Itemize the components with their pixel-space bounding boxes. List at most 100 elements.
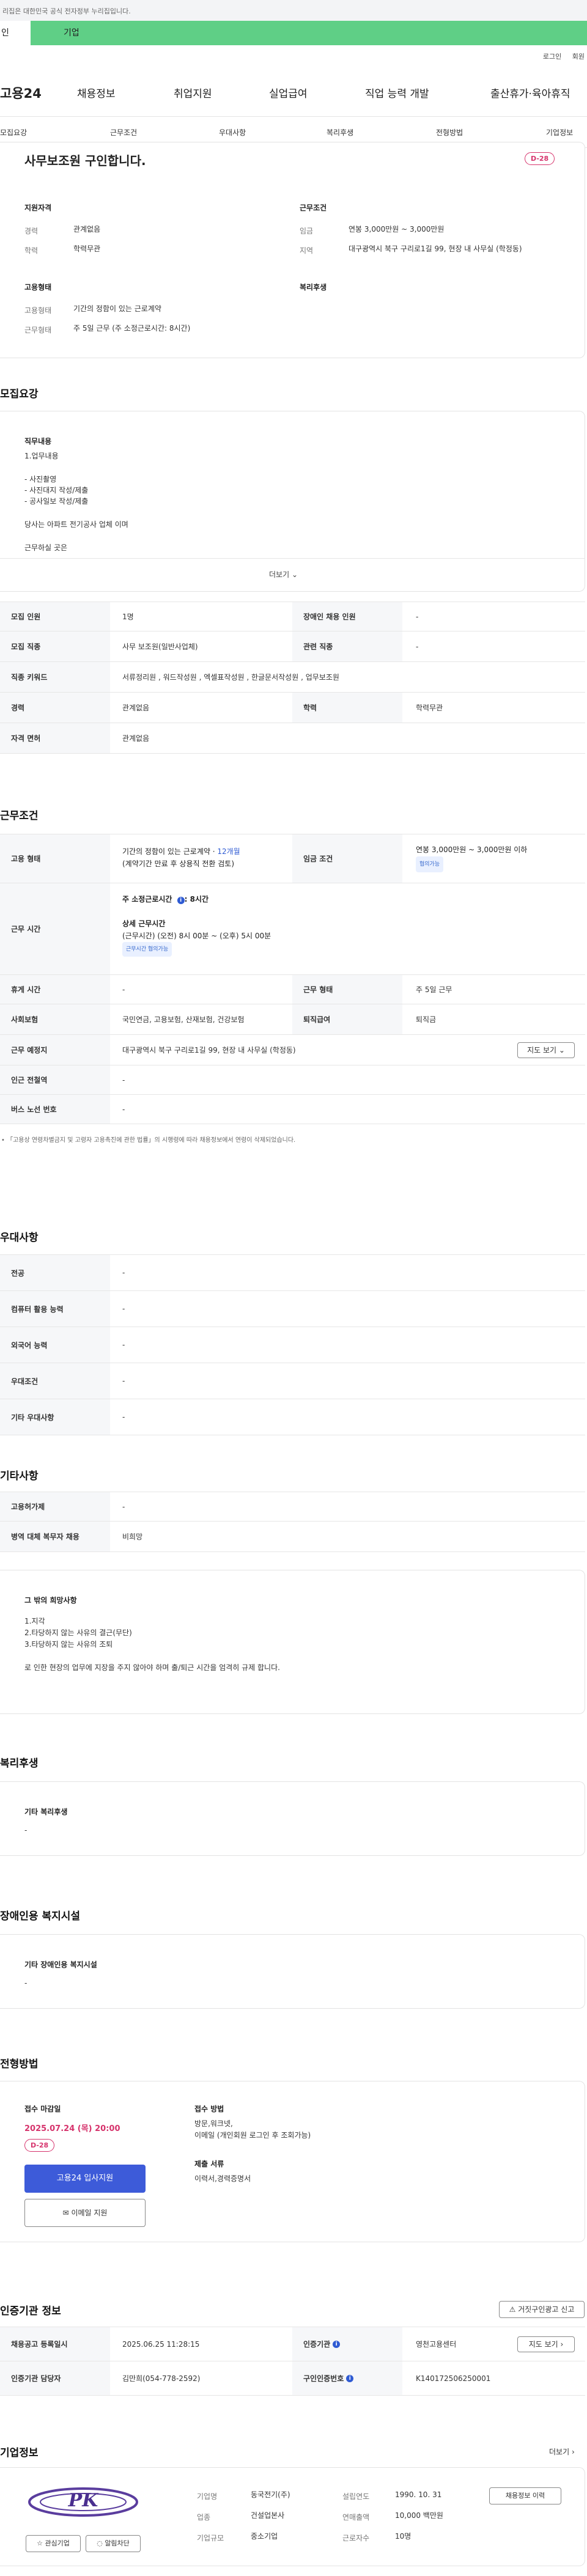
disabled-item-title: 기타 장애인용 복지시설: [24, 1960, 97, 1969]
row-label: 외국어 능력: [0, 1327, 110, 1363]
row-label: 인증기관 i: [292, 2327, 402, 2361]
company-section-title: 기업정보: [0, 2447, 39, 2459]
row-value: 학력무관: [416, 704, 443, 712]
row-label: 근무 예정지: [0, 1035, 110, 1065]
subnav-pref[interactable]: 우대사항: [219, 127, 246, 138]
row-label: 임금 조건: [292, 834, 402, 883]
row-value: 1명: [122, 613, 134, 621]
info-icon[interactable]: i: [346, 2374, 354, 2382]
map-button[interactable]: 지도 보기 ⌄: [517, 1042, 575, 1058]
subnav-company[interactable]: 기업정보: [546, 127, 573, 138]
row-value: 관계없음: [122, 704, 150, 712]
block-alert-button[interactable]: ◌ 알림차단: [86, 2535, 141, 2552]
job-history-button[interactable]: 채용정보 이력: [489, 2487, 561, 2504]
emptype-value: 기간의 정함이 있는 근로계약: [73, 304, 161, 313]
row-value: 사무 보조원(일반사업체): [122, 642, 198, 651]
sales-value: 10,000 백만원: [395, 2511, 443, 2520]
report-button[interactable]: ⚠ 거짓구인광고 신고: [499, 2301, 585, 2318]
summary-card: 사무보조원 구인합니다. D-28 지원자격 경력 관계없음 학력 학력무관 고…: [0, 142, 585, 358]
company-name-value: 동국전기(주): [251, 2490, 290, 2499]
row-label: 컴퓨터 활용 능력: [0, 1291, 110, 1327]
emptype-label: 고용형태: [24, 306, 52, 315]
info-icon[interactable]: i: [177, 897, 185, 904]
gnb-item-unemployment[interactable]: 실업급여: [269, 85, 308, 100]
row-value: 2025.06.25 11:28:15: [122, 2339, 200, 2349]
row-label: 전공: [0, 1255, 110, 1290]
row-value: 퇴직금: [416, 1015, 437, 1024]
user-type-tabs: 인 기업: [0, 21, 587, 45]
deadline-value: 2025.07.24 (목) 20:00: [24, 2124, 120, 2133]
info-icon[interactable]: i: [333, 2340, 341, 2348]
site-logo[interactable]: 고용24: [0, 84, 42, 102]
welfare-card: 기타 복리후생 -: [0, 1781, 585, 1856]
time-negotiable-chip: 근무시간 협의가능: [122, 942, 172, 957]
login-link[interactable]: 로그인: [543, 53, 561, 61]
table-row: 기타 우대사항 -: [0, 1399, 585, 1435]
subnav-apply[interactable]: 전형방법: [436, 127, 463, 138]
duty-line: - 사진촬영: [24, 475, 57, 484]
email-apply-button[interactable]: ✉ 이메일 지원: [24, 2199, 146, 2227]
table-row: 전공 -: [0, 1255, 585, 1291]
table-row: 고용 형태 기간의 정함이 있는 근로계약 · 12개월 (계약기간 만료 후 …: [0, 834, 585, 883]
tab-company[interactable]: 기업: [64, 21, 79, 45]
row-value: -: [416, 642, 419, 651]
cert-map-button[interactable]: 지도 보기 ›: [517, 2336, 575, 2352]
row-value: -: [122, 1341, 125, 1349]
doc-title: 제출 서류: [194, 2160, 224, 2168]
welfare-item-title: 기타 복리후생: [24, 1808, 68, 1816]
wage-value: 연봉 3,000만원 ~ 3,000만원: [349, 225, 445, 234]
hope-line: 1.지각: [24, 1617, 45, 1625]
hope-line: 로 인한 현장의 업무에 지장을 주지 않아야 하며 출/퇴근 시간을 엄격히 …: [24, 1663, 280, 1672]
career-value: 관계없음: [73, 225, 101, 234]
tab-personal[interactable]: 인: [0, 21, 31, 45]
row-label: 구인인증번호 i: [292, 2361, 402, 2395]
founded-value: 1990. 10. 31: [395, 2490, 442, 2499]
gnb-item-jobs[interactable]: 채용정보: [77, 85, 116, 100]
row-value: 서류정리원 , 워드작성원 , 엑셀표작성원 , 한글문서작성원 , 업무보조원: [122, 673, 339, 682]
area-label: 지역: [300, 246, 314, 255]
bell-off-icon: ◌: [97, 2539, 103, 2547]
table-row: 모집 인원 1명 장애인 채용 인원 -: [0, 602, 585, 631]
more-button[interactable]: 더보기 ⌄: [269, 569, 298, 580]
subnav-work[interactable]: 근무조건: [110, 127, 137, 138]
duty-line: 근무하실 곳은: [24, 543, 68, 552]
employees-value: 10명: [395, 2532, 412, 2541]
wage-value: 연봉 3,000만원 ~ 3,000만원 이하 협의가능: [416, 843, 527, 872]
row-label: 학력: [292, 693, 402, 723]
row-value: -: [122, 1413, 125, 1421]
table-row: 근무 예정지 대구광역시 북구 구리로1길 99, 현장 내 사무실 (학정동)…: [0, 1035, 585, 1065]
row-value: -: [122, 985, 125, 994]
divider: [0, 558, 585, 559]
row-label: 퇴직급여: [292, 1004, 402, 1034]
disabled-item-value: -: [24, 1979, 28, 1987]
row-value: 김만희(054-778-2592): [122, 2374, 201, 2383]
subnav-recruit[interactable]: 모집요강: [0, 127, 27, 138]
wage-negotiable-chip: 협의가능: [416, 856, 444, 872]
row-value: K140172506250001: [416, 2374, 491, 2383]
top-links: 로그인 회원: [534, 51, 585, 61]
edu-value: 학력무관: [73, 245, 101, 253]
subnav-welfare[interactable]: 복리후생: [327, 127, 353, 138]
founded-label: 설립연도: [342, 2492, 370, 2501]
gnb-item-parental[interactable]: 출산휴가·육아휴직: [490, 85, 570, 100]
table-row: 근무 시간 주 소정근로시간 i: 8시간 상세 근무시간 (근무시간) (오전…: [0, 883, 585, 975]
disabled-card: 기타 장애인용 복지시설 -: [0, 1934, 585, 2009]
row-label: 버스 노선 번호: [0, 1095, 110, 1124]
favorite-company-button[interactable]: ☆ 관심기업: [26, 2535, 81, 2552]
table-row: 모집 직종 사무 보조원(일반사업체) 관련 직종 -: [0, 631, 585, 662]
etc-section-title: 기타사항: [0, 1470, 39, 1482]
company-logo-text: PK: [68, 2490, 98, 2511]
row-value: 대구광역시 북구 구리로1길 99, 현장 내 사무실 (학정동): [122, 1046, 296, 1054]
apply-button[interactable]: 고용24 입사지원: [24, 2165, 146, 2193]
gnb-item-employment[interactable]: 취업지원: [174, 85, 212, 100]
signup-link[interactable]: 회원: [572, 53, 585, 61]
gnb-item-training[interactable]: 직업 능력 개발: [365, 85, 429, 100]
star-icon: ☆: [37, 2539, 43, 2547]
table-row: 자격 면허 관계없음: [0, 723, 585, 754]
company-more-link[interactable]: 더보기 ›: [549, 2446, 575, 2457]
row-label: 자격 면허: [0, 723, 110, 753]
row-label: 모집 직종: [0, 631, 110, 661]
method-line: 이메일 (개인회원 로그인 후 조회가능): [194, 2131, 311, 2140]
company-name-label: 기업명: [197, 2492, 218, 2501]
mail-icon: ✉: [62, 2209, 69, 2217]
